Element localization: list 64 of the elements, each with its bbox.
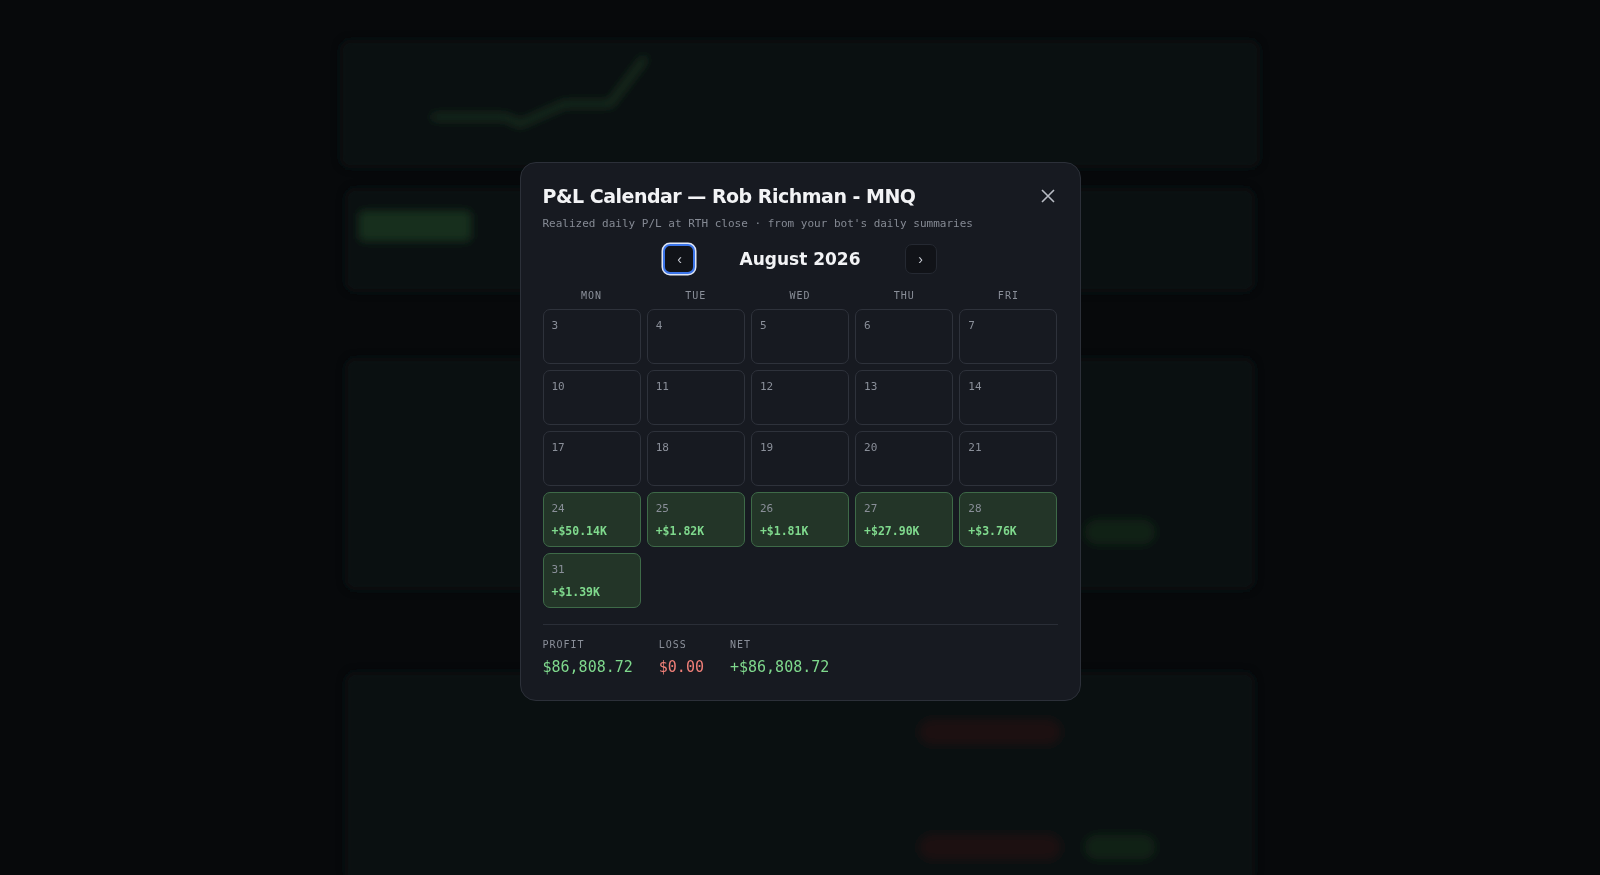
total-value: +$86,808.72 bbox=[729, 658, 830, 676]
day-number: 14 bbox=[968, 380, 983, 393]
total-label: LOSS bbox=[658, 639, 688, 650]
day-pnl: +$27.90K bbox=[864, 524, 921, 538]
weekday-label: FRI bbox=[996, 290, 1020, 301]
day-cell[interactable]: 4 bbox=[646, 309, 745, 364]
day-number: 18 bbox=[655, 441, 670, 454]
day-number: 20 bbox=[864, 441, 879, 454]
day-number: 6 bbox=[864, 319, 872, 332]
day-number: 5 bbox=[759, 319, 768, 332]
total-value: $0.00 bbox=[658, 658, 704, 676]
day-pnl: +$3.76K bbox=[968, 524, 1018, 538]
day-number: 28 bbox=[968, 502, 983, 515]
day-cell[interactable]: 20 bbox=[855, 431, 954, 486]
weekday-label: TUE bbox=[684, 290, 708, 301]
day-cell[interactable]: 6 bbox=[855, 309, 954, 364]
day-pnl: +$1.39K bbox=[551, 585, 601, 599]
day-number: 10 bbox=[551, 380, 566, 393]
dialog-subtitle: Realized daily P/L at RTH close · from your bot's daily summaries bbox=[542, 217, 974, 230]
dialog-title: P&L Calendar — Rob Richman - MNQ bbox=[542, 185, 916, 207]
total-label: PROFIT bbox=[542, 639, 586, 650]
day-number: 11 bbox=[655, 380, 670, 393]
day-cell[interactable]: 13 bbox=[855, 370, 954, 425]
day-cell[interactable]: 21 bbox=[959, 431, 1058, 486]
day-number: 19 bbox=[759, 441, 775, 454]
day-cell[interactable]: 17 bbox=[542, 431, 641, 486]
day-number: 26 bbox=[759, 502, 775, 515]
day-pnl: +$50.14K bbox=[551, 524, 608, 538]
day-number: 12 bbox=[759, 380, 775, 393]
day-cell[interactable]: 14 bbox=[959, 370, 1058, 425]
day-cell[interactable]: 26 +$1.81K bbox=[750, 492, 850, 547]
day-cell[interactable]: 31 +$1.39K bbox=[542, 553, 641, 608]
day-number: 4 bbox=[655, 319, 664, 332]
day-cell[interactable]: 27 +$27.90K bbox=[855, 492, 954, 547]
weekday-label: WED bbox=[788, 290, 812, 301]
next-month-button[interactable]: › bbox=[904, 244, 937, 274]
day-cell[interactable]: 10 bbox=[542, 370, 641, 425]
day-number: 17 bbox=[551, 441, 566, 454]
day-cell[interactable]: 25 +$1.82K bbox=[646, 492, 745, 547]
day-number: 21 bbox=[968, 441, 983, 454]
month-title: August 2026 bbox=[739, 249, 861, 269]
previous-month-button[interactable]: ‹ bbox=[663, 244, 696, 274]
day-cell[interactable]: 3 bbox=[542, 309, 641, 364]
day-cell[interactable]: 28 +$3.76K bbox=[959, 492, 1058, 547]
day-number: 13 bbox=[864, 380, 879, 393]
day-number: 24 bbox=[551, 502, 566, 515]
day-number: 31 bbox=[551, 563, 566, 576]
day-number: 3 bbox=[551, 319, 560, 332]
total-value: $86,808.72 bbox=[542, 658, 633, 676]
day-cell[interactable]: 5 bbox=[750, 309, 850, 364]
day-number: 27 bbox=[864, 502, 879, 515]
day-cell[interactable]: 24 +$50.14K bbox=[542, 492, 641, 547]
day-cell[interactable]: 11 bbox=[646, 370, 745, 425]
day-pnl: +$1.81K bbox=[759, 524, 810, 538]
day-cell[interactable]: 18 bbox=[646, 431, 745, 486]
day-number: 25 bbox=[655, 502, 670, 515]
day-number: 7 bbox=[968, 319, 976, 332]
total-label: NET bbox=[729, 639, 753, 650]
day-cell[interactable]: 12 bbox=[750, 370, 850, 425]
day-pnl: +$1.82K bbox=[655, 524, 706, 538]
day-cell[interactable]: 7 bbox=[959, 309, 1058, 364]
weekday-label: MON bbox=[580, 290, 604, 301]
weekday-label: THU bbox=[892, 290, 916, 301]
day-cell[interactable]: 19 bbox=[750, 431, 850, 486]
